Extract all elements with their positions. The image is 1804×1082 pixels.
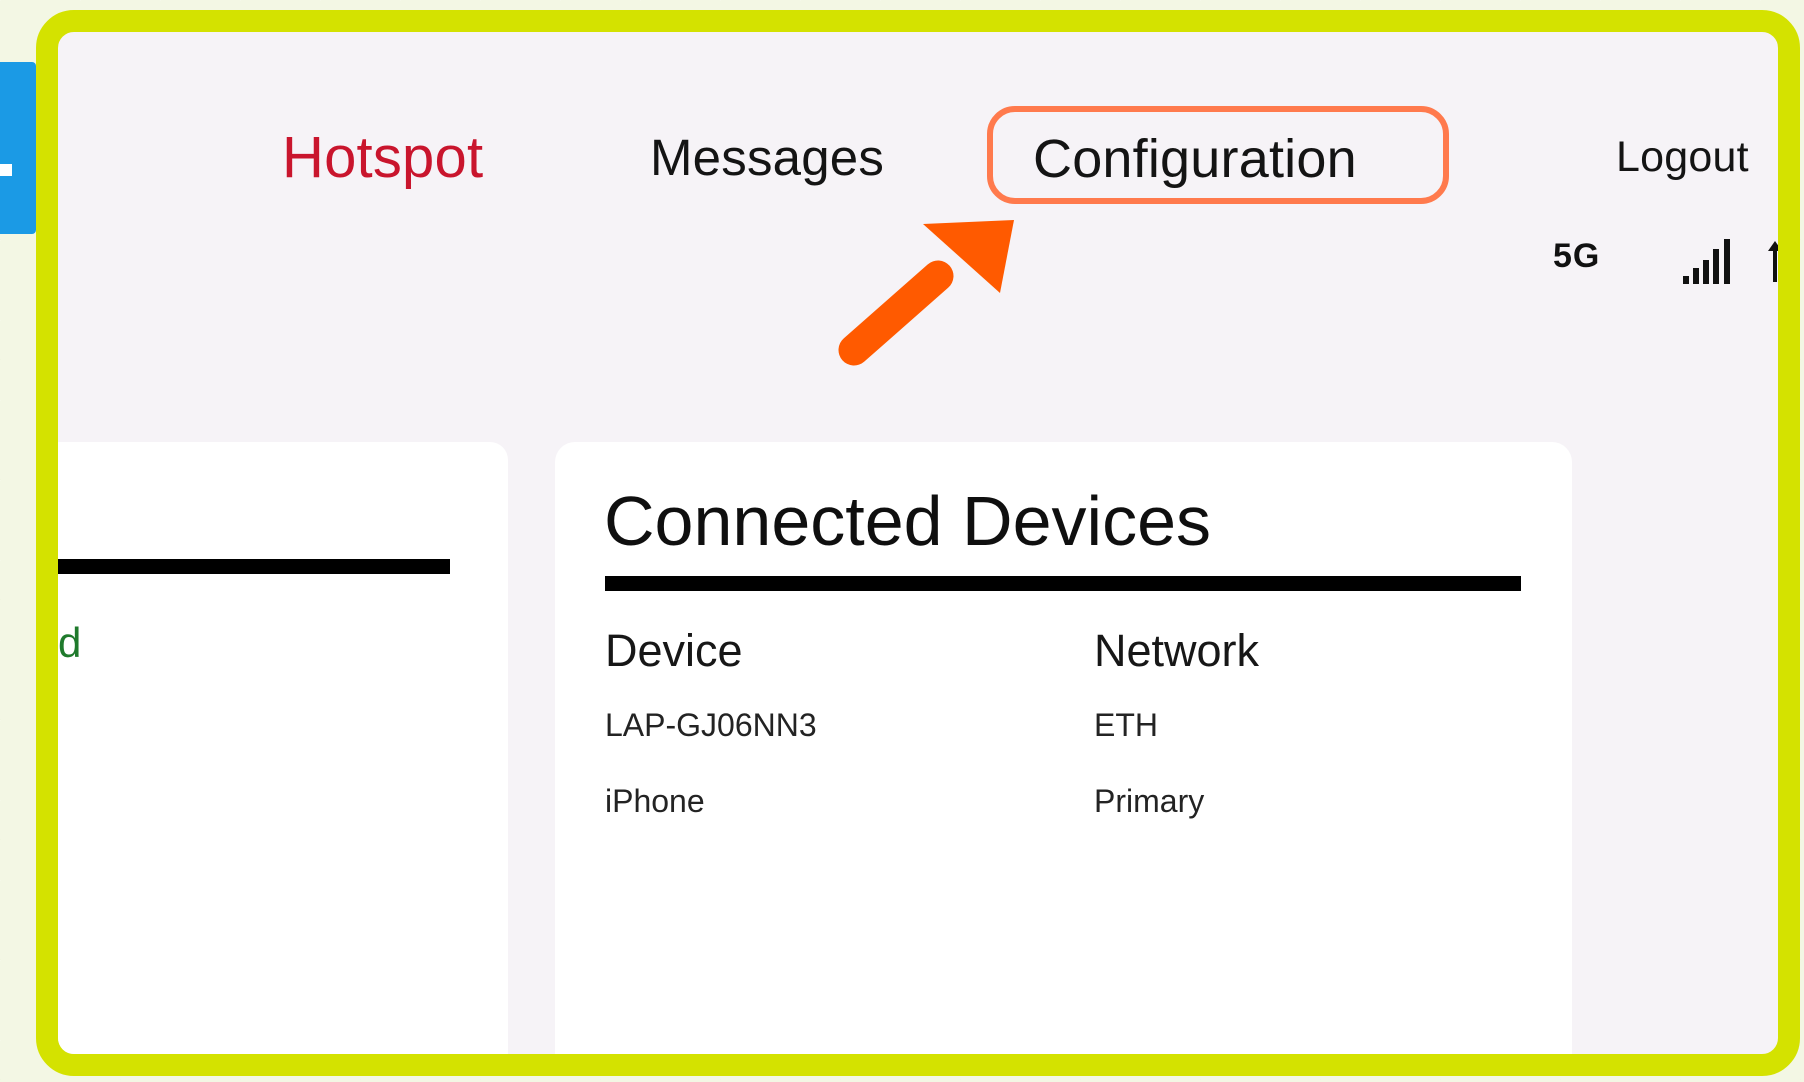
device-name: iPhone — [605, 783, 705, 819]
nav-logout[interactable]: Logout — [1616, 136, 1749, 179]
callout-arrow-icon — [838, 220, 1014, 366]
signal-icon — [1683, 239, 1730, 284]
left-card-partial-status: d — [58, 619, 82, 666]
left-edge-tab — [0, 62, 36, 234]
device-column-header: Device — [605, 625, 743, 676]
table-row: LAP-GJ06NN3 ETH — [605, 709, 1535, 755]
connected-devices-card: Connected Devices Device Network LAP-GJ0… — [555, 442, 1572, 1054]
nav-hotspot[interactable]: Hotspot — [282, 129, 483, 187]
table-row: iPhone Primary — [605, 785, 1535, 831]
device-name: LAP-GJ06NN3 — [605, 707, 817, 743]
nav-messages[interactable]: Messages — [650, 132, 884, 183]
screenshot-frame: Hotspot Messages Configuration Logout 5G… — [36, 10, 1800, 1076]
left-card-divider — [58, 559, 450, 574]
configuration-highlight — [987, 106, 1449, 204]
data-transfer-icon — [1768, 241, 1778, 282]
device-network: Primary — [1094, 783, 1205, 819]
network-type-label: 5G — [1553, 237, 1601, 275]
connected-devices-divider — [605, 576, 1521, 591]
device-network: ETH — [1094, 707, 1158, 743]
network-column-header: Network — [1094, 625, 1260, 676]
left-status-card: d — [58, 442, 508, 1054]
connected-devices-title: Connected Devices — [604, 482, 1211, 560]
